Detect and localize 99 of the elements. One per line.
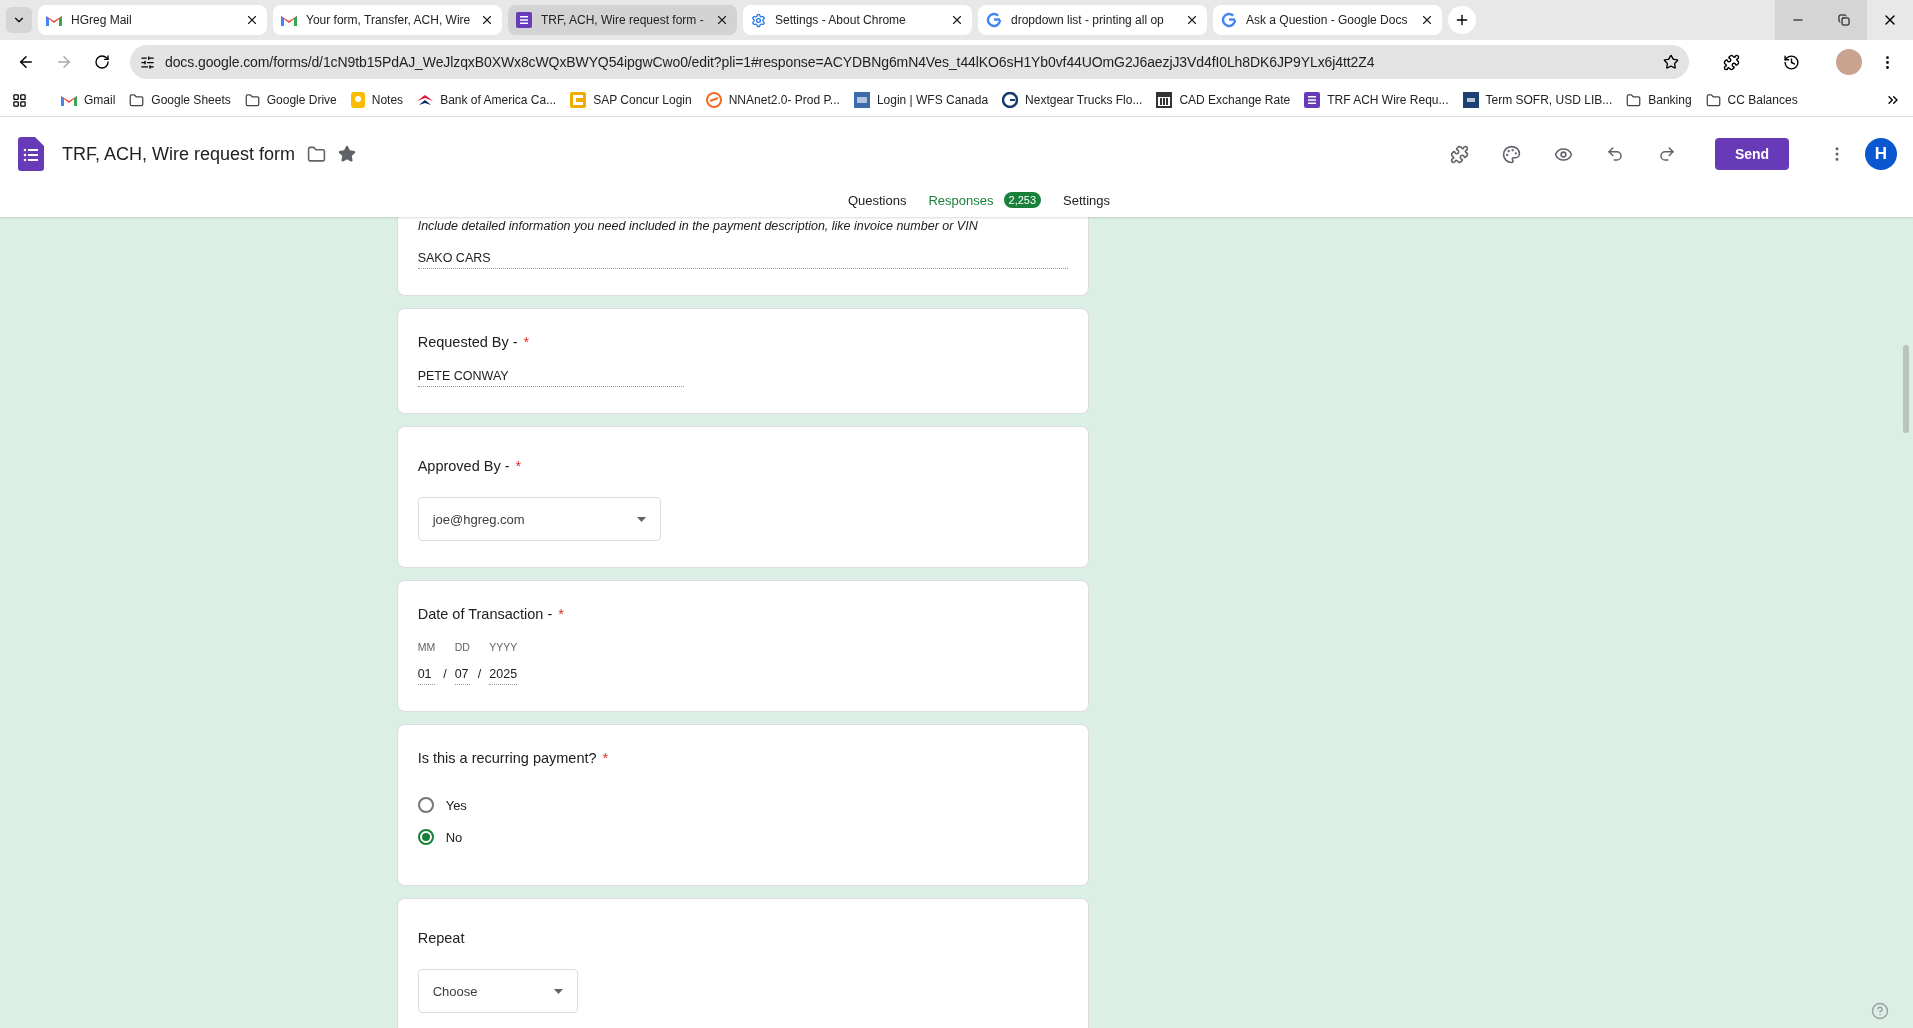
close-icon[interactable]	[715, 13, 729, 27]
date-separator: /	[477, 667, 482, 683]
bookmark[interactable]: TRF ACH Wire Requ...	[1304, 92, 1449, 108]
star-icon[interactable]	[338, 145, 357, 163]
bookmark[interactable]: Google Drive	[244, 92, 337, 108]
question-title: Repeat	[417, 930, 465, 946]
close-icon[interactable]	[950, 13, 964, 27]
date-field[interactable]: 2025	[489, 667, 518, 685]
bookmark[interactable]: Banking	[1626, 92, 1692, 108]
radio-button[interactable]	[417, 829, 434, 845]
browser-tab[interactable]: Your form, Transfer, ACH, Wire	[273, 5, 502, 35]
send-button[interactable]: Send	[1715, 138, 1789, 170]
folder-icon	[1705, 92, 1721, 108]
close-icon[interactable]	[1185, 13, 1199, 27]
flag-icon	[417, 95, 434, 105]
bookmark[interactable]: Term SOFR, USD LIB...	[1462, 92, 1613, 108]
answer-field[interactable]: SAKO CARS	[417, 241, 1068, 269]
folder-icon[interactable]	[307, 144, 327, 164]
forms-logo-icon[interactable]	[18, 137, 44, 171]
form-tab[interactable]: Questions	[847, 192, 907, 208]
caret-icon	[553, 988, 563, 994]
forms-icon	[1304, 92, 1321, 108]
concur-icon	[570, 92, 587, 108]
undo-icon[interactable]	[1606, 145, 1624, 163]
close-icon[interactable]	[480, 13, 494, 27]
apps-icon[interactable]	[12, 92, 27, 108]
date-field[interactable]: 01	[417, 667, 436, 685]
browser-tab[interactable]: dropdown list - printing all op	[978, 5, 1207, 35]
google-icon	[1221, 12, 1237, 28]
palette-icon[interactable]	[1501, 144, 1521, 164]
caret-icon	[636, 516, 646, 522]
required-mark: *	[558, 606, 564, 622]
bookmark[interactable]: Gmail	[61, 93, 116, 107]
required-mark: *	[515, 458, 522, 474]
folder-icon	[1626, 92, 1642, 108]
question-title: Approved By -	[417, 458, 510, 474]
folder-icon	[244, 92, 260, 108]
close-icon[interactable]	[1420, 13, 1434, 27]
gmail-icon	[61, 94, 77, 106]
browser-tab[interactable]: TRF, ACH, Wire request form -	[508, 5, 737, 35]
google-icon	[986, 12, 1002, 28]
browser-tab[interactable]: Settings - About Chrome	[743, 5, 972, 35]
bookmark[interactable]: CC Balances	[1705, 92, 1798, 108]
gmail-icon	[281, 14, 297, 26]
date-separator: /	[443, 667, 447, 683]
redo-icon[interactable]	[1658, 145, 1676, 163]
restore-icon[interactable]	[1838, 14, 1850, 26]
question-title: Requested By -	[417, 334, 518, 350]
response-count: 2,253	[1003, 192, 1042, 208]
notes-icon	[350, 92, 365, 108]
bookmark[interactable]: Google Sheets	[129, 92, 231, 108]
required-mark: *	[602, 750, 609, 766]
gear-icon	[751, 12, 766, 28]
option-label: Yes	[445, 797, 467, 813]
site-settings-icon[interactable]	[140, 54, 155, 70]
bookmark[interactable]: SAP Concur Login	[570, 92, 692, 108]
form-tab[interactable]: Responses 2,253	[928, 192, 1042, 208]
bookmark[interactable]: CAD Exchange Rate	[1156, 92, 1291, 108]
bookmark[interactable]: Notes	[350, 92, 404, 108]
badge-icon	[853, 92, 870, 108]
required-mark: *	[523, 334, 530, 350]
new-tab-icon[interactable]	[1454, 12, 1470, 28]
dropdown[interactable]: Choose	[417, 969, 578, 1013]
question-description: Include detailed information you need included in the payment description, like invoice number or VIN	[417, 219, 979, 233]
question-title: Date of Transaction -	[417, 606, 553, 622]
back-icon[interactable]	[17, 53, 35, 71]
browser-tab[interactable]: Ask a Question - Google Docs	[1213, 5, 1442, 35]
history-icon[interactable]	[1782, 53, 1800, 71]
square-logo-icon	[1462, 92, 1479, 108]
add-ons-icon[interactable]	[1449, 144, 1469, 164]
answer-field[interactable]: PETE CONWAY	[417, 359, 684, 387]
question-title: Is this a recurring payment?	[417, 750, 597, 766]
folder-icon	[129, 92, 145, 108]
date-part-label: DD	[454, 641, 470, 653]
bookmark[interactable]: Bank of America Ca...	[417, 93, 557, 107]
bookmark[interactable]: NNAnet2.0- Prod P...	[705, 92, 840, 108]
form-tab[interactable]: Settings	[1063, 192, 1111, 208]
bookmark-star-icon[interactable]	[1663, 54, 1679, 70]
date-part-label: MM	[417, 641, 436, 653]
date-field[interactable]: 07	[454, 667, 470, 685]
browser-tab[interactable]: HGreg Mail	[38, 5, 267, 35]
bank-icon	[1156, 92, 1173, 108]
scrollbar-thumb[interactable]	[1902, 345, 1909, 433]
bookmark[interactable]: Login | WFS Canada	[853, 92, 989, 108]
account-avatar[interactable]: H	[1865, 138, 1897, 170]
address-bar[interactable]: docs.google.com/forms/d/1cN9tb15PdAJ_WeJlzqxB0XWx8cWQxBWYQ54ipgwCwo0/edit?pli=1#response=ACYDBNg6mN4Ves_t44lKO6sH1Yb0vf44UOmG2J6aezjJ3Vd4fI0Lh8DK6JP9YLx6j4tt2Z4	[130, 45, 1689, 79]
close-icon[interactable]	[245, 13, 259, 27]
dropdown[interactable]: joe@hgreg.com	[417, 497, 661, 541]
form-title[interactable]: TRF, ACH, Wire request form	[62, 143, 296, 165]
swirl-icon	[705, 92, 722, 108]
gmail-icon	[46, 14, 62, 26]
bookmark[interactable]: Nextgear Trucks Flo...	[1002, 92, 1143, 108]
option-label: No	[445, 829, 463, 845]
extensions-icon[interactable]	[1722, 53, 1740, 71]
radio-button[interactable]	[417, 797, 434, 813]
circle-logo-icon	[1002, 92, 1019, 108]
reload-icon[interactable]	[94, 54, 110, 70]
forms-icon	[516, 12, 532, 28]
date-part-label: YYYY	[489, 641, 518, 653]
